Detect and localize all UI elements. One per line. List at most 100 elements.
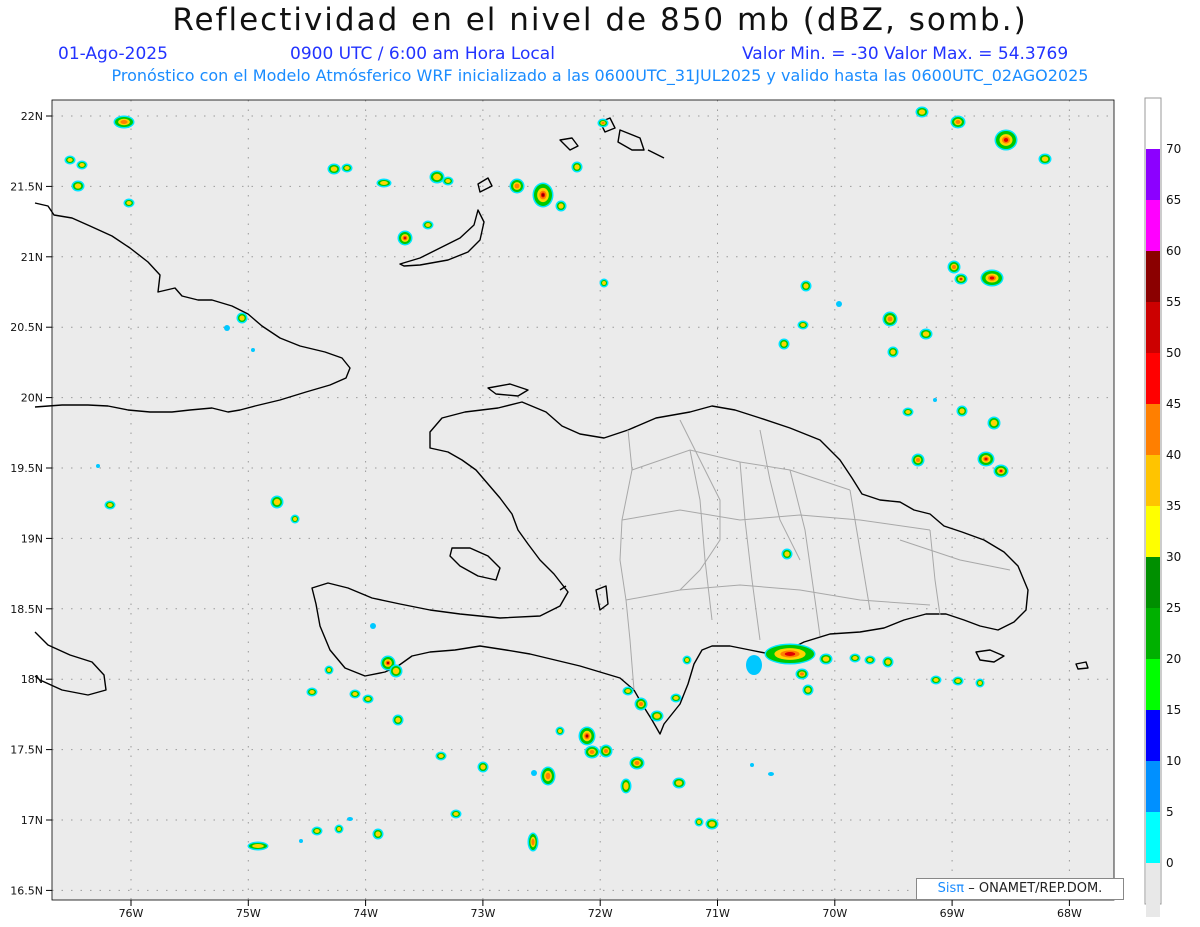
echo-moderate <box>309 690 315 694</box>
echo-cell <box>682 655 692 665</box>
echo-strong <box>514 183 520 189</box>
echo-moderate <box>867 658 873 662</box>
echo-cell <box>251 348 255 352</box>
echo-cell <box>933 398 937 402</box>
echo-moderate <box>890 349 896 355</box>
echo-strong <box>639 702 643 706</box>
echo-weak <box>347 817 353 821</box>
echo-moderate <box>1041 156 1049 162</box>
echo-moderate <box>67 158 73 162</box>
echo-cell <box>450 809 462 819</box>
echo-cell <box>672 777 686 789</box>
lon-label: 70W <box>822 907 847 920</box>
lat-label: 17.5N <box>10 744 43 757</box>
echo-cell <box>930 675 942 685</box>
echo-moderate <box>885 659 891 665</box>
echo-cell <box>864 655 876 665</box>
echo-cell <box>622 686 634 696</box>
echo-strong <box>531 838 535 846</box>
lat-label: 22N <box>21 110 43 123</box>
echo-cell <box>270 495 284 509</box>
colorbar-label: 50 <box>1166 346 1181 360</box>
echo-cell <box>509 178 525 194</box>
colorbar-label: 70 <box>1166 142 1181 156</box>
echo-weak <box>768 772 774 776</box>
echo-cell <box>392 714 404 726</box>
colorbar-swatch <box>1146 149 1160 200</box>
echo-moderate <box>433 173 441 181</box>
reflectivity-map: 22N 21.5N 21N 20.5N 20N 19.5N 19N 18.5N 18N 17.5N… <box>10 97 1181 920</box>
echo-cell <box>694 817 704 827</box>
echo-moderate <box>978 681 982 685</box>
echo-moderate <box>126 201 132 205</box>
echo-moderate <box>955 679 961 683</box>
lon-label: 71W <box>705 907 730 920</box>
echo-weak <box>299 839 303 843</box>
echo-cell <box>442 176 454 186</box>
echo-cell <box>950 115 966 129</box>
echo-cell <box>599 278 609 288</box>
echo-cell <box>347 817 353 821</box>
echo-cell <box>477 761 489 773</box>
echo-cell <box>397 230 413 246</box>
echo-moderate <box>905 410 911 414</box>
lon-label: 76W <box>119 907 144 920</box>
echo-moderate <box>959 408 965 414</box>
echo-moderate <box>558 203 564 209</box>
echo-cell <box>620 778 632 794</box>
echo-cell <box>64 155 76 165</box>
colorbar-swatch <box>1146 812 1160 863</box>
echo-cell <box>911 453 925 467</box>
echo-cell <box>571 161 583 173</box>
echo-cell <box>527 832 539 852</box>
echo-moderate <box>293 517 297 521</box>
colorbar-swatch <box>1146 404 1160 455</box>
echo-cell <box>372 828 384 840</box>
lon-label: 73W <box>470 907 495 920</box>
echo-weak <box>750 763 754 767</box>
colorbar-label: 60 <box>1166 244 1181 258</box>
echo-moderate <box>344 166 350 170</box>
echo-moderate <box>822 656 830 662</box>
echo-moderate <box>252 844 264 848</box>
echo-moderate <box>273 498 281 506</box>
colorbar-swatch <box>1146 557 1160 608</box>
longitude-labels: 76W 75W 74W 73W 72W 71W 70W 69W 68W <box>119 900 1082 920</box>
echo-moderate <box>337 827 341 831</box>
colorbar-label: 15 <box>1166 703 1181 717</box>
echo-cell <box>882 656 894 668</box>
colorbar-swatch <box>1146 302 1160 353</box>
echo-moderate <box>803 283 809 289</box>
echo-moderate <box>922 331 930 337</box>
echo-cell <box>915 106 929 118</box>
echo-weak <box>224 325 230 331</box>
echo-strong <box>604 749 608 753</box>
echo-moderate <box>933 678 939 682</box>
echo-cell <box>435 751 447 761</box>
echo-cell <box>306 687 318 697</box>
echo-cell <box>555 726 565 736</box>
echo-cell <box>290 514 300 524</box>
echo-cell <box>634 697 648 711</box>
credit-box: Sisπ – ONAMET/REP.DOM. <box>916 878 1124 900</box>
echo-cell <box>334 824 344 834</box>
echo-moderate <box>352 692 358 696</box>
colorbar-label: 45 <box>1166 397 1181 411</box>
colorbar-swatch <box>1146 200 1160 251</box>
echo-moderate <box>623 782 629 790</box>
echo-moderate <box>852 656 858 660</box>
echo-cell <box>349 689 361 699</box>
map-background <box>52 100 1114 900</box>
echo-cell <box>849 653 861 663</box>
echo-weak <box>746 655 762 675</box>
echo-intense <box>784 652 796 656</box>
echo-cell <box>800 280 812 292</box>
colorbar-swatch <box>1146 251 1160 302</box>
echo-cell <box>882 311 898 327</box>
echo-moderate <box>558 729 562 733</box>
echo-cell <box>540 766 556 786</box>
echo-moderate <box>453 812 459 816</box>
echo-cell <box>247 841 269 851</box>
colorbar-swatch <box>1146 455 1160 506</box>
lat-label: 20.5N <box>10 321 43 334</box>
